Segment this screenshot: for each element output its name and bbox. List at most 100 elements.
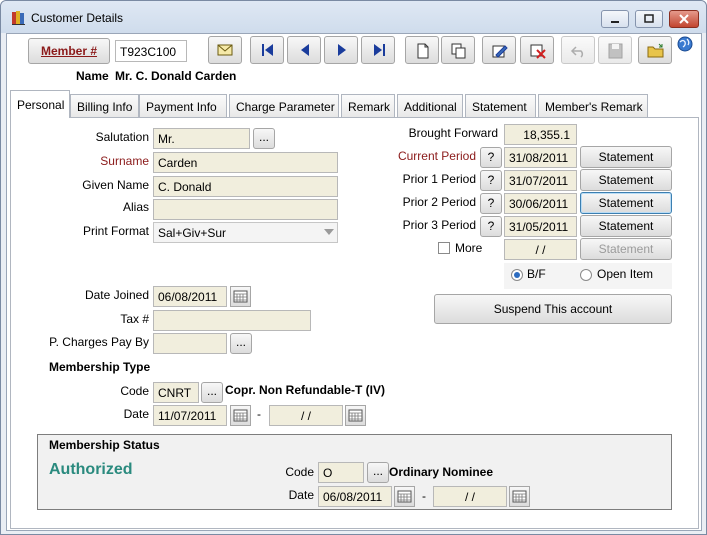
tab-charge-parameter[interactable]: Charge Parameter	[229, 94, 339, 117]
status-date-from-field[interactable]: 06/08/2011	[318, 486, 392, 507]
more-checkbox[interactable]	[438, 242, 450, 254]
tab-personal[interactable]: Personal	[10, 90, 70, 118]
copy-record-button[interactable]	[441, 36, 475, 64]
status-date-to-field[interactable]: / /	[433, 486, 507, 507]
minimize-button[interactable]	[601, 10, 629, 28]
print-format-select[interactable]: Sal+Giv+Sur	[153, 222, 338, 243]
bf-radio[interactable]	[511, 269, 523, 281]
save-button[interactable]	[598, 36, 632, 64]
date-joined-calendar-button[interactable]	[230, 286, 251, 307]
date-joined-label: Date Joined	[84, 288, 149, 302]
brought-forward-value: 18,355.1	[504, 124, 577, 145]
membership-status-heading: Membership Status	[49, 438, 160, 452]
save-icon	[608, 43, 623, 59]
surname-field[interactable]: Carden	[153, 152, 338, 173]
tax-number-label: Tax #	[120, 312, 149, 326]
given-name-field[interactable]: C. Donald	[153, 176, 338, 197]
membership-type-date-from-field[interactable]: 11/07/2011	[153, 405, 227, 426]
membership-type-date-to-calendar-button[interactable]	[345, 405, 366, 426]
next-record-button[interactable]	[324, 36, 358, 64]
tab-additional[interactable]: Additional	[397, 94, 463, 117]
current-period-label: Current Period	[397, 149, 476, 163]
given-name-label: Given Name	[82, 178, 149, 192]
status-date-from-calendar-button[interactable]	[394, 486, 415, 507]
current-period-info-button[interactable]: ?	[480, 147, 502, 168]
membership-type-date-label: Date	[123, 407, 149, 421]
prior-2-period-statement-button[interactable]: Statement	[580, 192, 672, 214]
tab-remark[interactable]: Remark	[341, 94, 395, 117]
tab-members-remark[interactable]: Member's Remark	[538, 94, 648, 117]
copy-icon	[451, 43, 466, 59]
maximize-button[interactable]	[635, 10, 663, 28]
tab-payment-info[interactable]: Payment Info	[139, 94, 227, 117]
edit-record-button[interactable]	[482, 36, 516, 64]
calendar-icon	[512, 490, 527, 503]
undo-icon	[570, 46, 584, 58]
surname-label: Surname	[100, 154, 149, 168]
statement-button-label: Statement	[598, 242, 654, 256]
delete-record-button[interactable]	[520, 36, 554, 64]
prior-1-period-statement-button[interactable]: Statement	[580, 169, 672, 191]
more-statement-button[interactable]: Statement	[580, 238, 672, 260]
salutation-lookup-button[interactable]: ...	[253, 128, 275, 149]
status-code-lookup-button[interactable]: ...	[367, 462, 389, 483]
previous-record-button[interactable]	[287, 36, 321, 64]
globe-icon[interactable]	[677, 36, 693, 52]
close-icon	[679, 14, 689, 24]
p-charges-pay-by-field[interactable]	[153, 333, 227, 354]
last-record-button[interactable]	[361, 36, 395, 64]
next-record-icon	[338, 44, 346, 56]
email-button[interactable]	[208, 36, 242, 64]
calendar-icon	[348, 409, 363, 422]
client-area: Member # T923C100 Name Mr. C. Donald Car…	[6, 33, 702, 531]
minimize-icon	[611, 21, 619, 23]
chevron-down-icon	[324, 229, 334, 235]
window-title: Customer Details	[31, 11, 124, 25]
delete-icon	[530, 44, 546, 59]
more-date-field[interactable]: / /	[504, 239, 577, 260]
membership-type-lookup-button[interactable]: ...	[201, 382, 223, 403]
close-button[interactable]	[669, 10, 699, 28]
tab-billing-info[interactable]: Billing Info	[70, 94, 139, 117]
tax-number-field[interactable]	[153, 310, 311, 331]
membership-type-code-field[interactable]: CNRT	[153, 382, 199, 403]
date-joined-field[interactable]: 06/08/2011	[153, 286, 227, 307]
tab-label: Personal	[17, 98, 65, 112]
open-folder-button[interactable]	[638, 36, 672, 64]
p-charges-pay-by-label: P. Charges Pay By	[49, 335, 149, 349]
prior-3-period-label: Prior 3 Period	[402, 218, 476, 232]
current-period-date: 31/08/2011	[504, 147, 577, 168]
email-icon	[217, 44, 233, 56]
current-period-statement-button[interactable]: Statement	[580, 146, 672, 168]
prior-2-period-label: Prior 2 Period	[402, 195, 476, 209]
status-code-description: Ordinary Nominee	[389, 465, 494, 479]
suspend-account-button[interactable]: Suspend This account	[434, 294, 672, 324]
alias-field[interactable]	[153, 199, 338, 220]
first-record-button[interactable]	[250, 36, 284, 64]
statement-button-label: Statement	[598, 219, 654, 233]
status-code-label: Code	[285, 465, 314, 479]
prior-1-period-info-button[interactable]: ?	[480, 170, 502, 191]
undo-button[interactable]	[561, 36, 595, 64]
member-number-button[interactable]: Member #	[28, 38, 110, 64]
tab-label: Charge Parameter	[236, 100, 335, 114]
membership-type-date-from-calendar-button[interactable]	[230, 405, 251, 426]
new-record-button[interactable]	[405, 36, 439, 64]
prior-3-period-info-button[interactable]: ?	[480, 216, 502, 237]
edit-icon	[492, 45, 508, 58]
prior-2-period-info-button[interactable]: ?	[480, 193, 502, 214]
maximize-icon	[644, 14, 654, 23]
open-item-radio[interactable]	[580, 269, 592, 281]
p-charges-lookup-button[interactable]: ...	[230, 333, 252, 354]
status-date-to-calendar-button[interactable]	[509, 486, 530, 507]
prior-2-period-date: 30/06/2011	[504, 193, 577, 214]
date-range-separator: -	[422, 489, 426, 503]
member-number-field[interactable]: T923C100	[115, 40, 187, 62]
tab-statement[interactable]: Statement	[465, 94, 536, 117]
membership-type-date-to-field[interactable]: / /	[269, 405, 343, 426]
salutation-field[interactable]: Mr.	[153, 128, 250, 149]
first-record-icon	[262, 44, 273, 56]
statement-button-label: Statement	[598, 196, 654, 210]
prior-3-period-statement-button[interactable]: Statement	[580, 215, 672, 237]
status-code-field[interactable]: O	[318, 462, 364, 483]
